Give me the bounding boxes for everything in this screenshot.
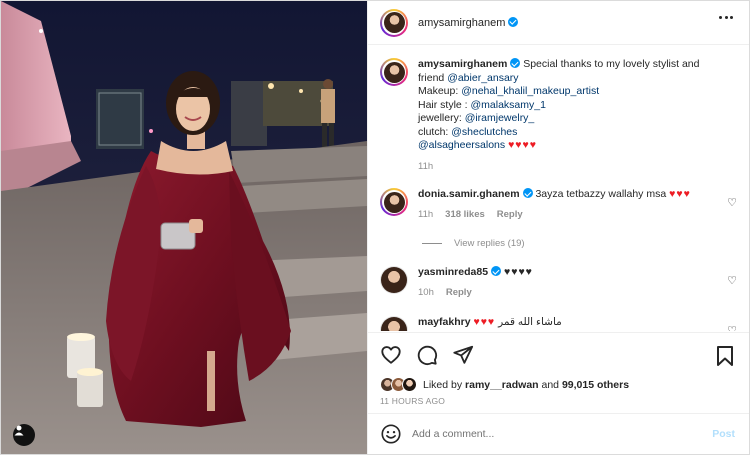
- comment-body: yasminreda85 ♥♥♥♥ 10h Reply: [418, 266, 533, 299]
- comment-bubble-icon[interactable]: [416, 344, 438, 366]
- comment-item: donia.samir.ghanem 3ayza tetbazzy wallah…: [380, 188, 691, 221]
- comment-like-heart-icon[interactable]: ♡: [727, 196, 737, 209]
- likes-conjunction: and: [538, 378, 562, 391]
- heart-outline-icon[interactable]: [380, 344, 402, 366]
- more-options-icon[interactable]: [719, 16, 733, 19]
- caption-body: amysamirghanem Special thanks to my love…: [418, 58, 718, 173]
- post-actions: Liked by ramy__radwan and 99,015 others …: [368, 332, 749, 412]
- likes-summary: Liked by ramy__radwan and 99,015 others: [380, 377, 629, 392]
- commenter-avatar[interactable]: [380, 188, 408, 216]
- commenter-username[interactable]: donia.samir.ghanem: [418, 188, 520, 200]
- photo-illustration: [1, 1, 367, 454]
- caption-avatar[interactable]: [380, 58, 408, 86]
- caption-line1: Special thanks to my lovely stylist and: [523, 58, 700, 70]
- likes-count-link[interactable]: 99,015 others: [562, 379, 629, 391]
- author-avatar[interactable]: [380, 8, 408, 37]
- comments-list: amysamirghanem Special thanks to my love…: [368, 46, 749, 331]
- add-comment-input[interactable]: [412, 428, 702, 440]
- commenter-avatar[interactable]: [380, 316, 408, 331]
- post-timestamp[interactable]: 11 HOURS AGO: [380, 396, 445, 406]
- mention-jewellery-link[interactable]: @iramjewelry_: [465, 112, 535, 124]
- user-tag-icon: [14, 425, 24, 436]
- comment-time[interactable]: 10h: [418, 286, 434, 300]
- view-replies-label[interactable]: View replies (19): [454, 238, 525, 249]
- bookmark-icon[interactable]: [715, 345, 735, 367]
- verified-badge-icon: [522, 188, 533, 198]
- commenter-username[interactable]: yasminreda85: [418, 266, 488, 278]
- caption-line2: friend: [418, 71, 448, 84]
- mention-hair-link[interactable]: @malaksamy_1: [471, 99, 546, 111]
- comment-like-heart-icon[interactable]: ♡: [727, 324, 737, 331]
- send-icon[interactable]: [452, 344, 474, 366]
- commenter-username[interactable]: mayfakhry: [418, 316, 471, 328]
- caption-makeup-label: Makeup:: [418, 85, 462, 97]
- liker-avatar: [402, 377, 417, 392]
- comment-text: ماشاء الله قمر: [498, 316, 562, 328]
- user-tag-button[interactable]: [13, 424, 35, 446]
- caption-time[interactable]: 11h: [418, 160, 433, 174]
- liked-by-user-link[interactable]: ramy__radwan: [465, 379, 539, 391]
- post-header: amysamirghanem: [368, 1, 749, 45]
- caption-username[interactable]: amysamirghanem: [418, 58, 507, 70]
- comment-text: 3ayza tetbazzy wallahy msa: [535, 188, 667, 200]
- caption-clutch-label: clutch:: [418, 125, 452, 138]
- commenter-avatar[interactable]: [380, 266, 408, 294]
- caption-jewellery-label: jewellery:: [418, 112, 465, 124]
- comment-item: yasminreda85 ♥♥♥♥ 10h Reply: [380, 266, 533, 299]
- verified-badge-icon: [491, 266, 502, 276]
- comment-reply-button[interactable]: Reply: [497, 208, 523, 222]
- mention-salon-link[interactable]: @alsagheersalons: [418, 139, 505, 151]
- view-replies-button[interactable]: View replies (19): [422, 238, 525, 249]
- mention-stylist-link[interactable]: @abier_ansary: [447, 72, 518, 84]
- comment-body: donia.samir.ghanem 3ayza tetbazzy wallah…: [418, 188, 691, 221]
- caption-comment: amysamirghanem Special thanks to my love…: [380, 58, 718, 173]
- comment-like-heart-icon[interactable]: ♡: [727, 274, 737, 287]
- comment-item: mayfakhry ♥♥♥ ماشاء الله قمر: [380, 316, 562, 331]
- comment-time[interactable]: 11h: [418, 208, 433, 222]
- author-username-text[interactable]: amysamirghanem: [418, 17, 505, 29]
- author-username[interactable]: amysamirghanem: [418, 16, 519, 29]
- comment-like-count[interactable]: 318 likes: [445, 208, 485, 222]
- comment-hearts: ♥♥♥: [669, 188, 691, 200]
- comment-hearts: ♥♥♥: [473, 316, 496, 328]
- post-comment-button[interactable]: Post: [712, 428, 735, 440]
- add-comment-bar: Post: [368, 413, 749, 454]
- mention-makeup-link[interactable]: @nehal_khalil_makeup_artist: [461, 85, 599, 97]
- comment-reply-button[interactable]: Reply: [446, 286, 472, 300]
- comment-text: ♥♥♥♥: [503, 266, 533, 278]
- verified-badge-icon: [508, 16, 519, 27]
- caption-hearts: ♥♥♥♥: [508, 139, 537, 151]
- mention-clutch-link[interactable]: @sheclutches: [451, 126, 517, 138]
- likes-text: Liked by ramy__radwan and 99,015 others: [423, 379, 629, 391]
- post-side-panel: amysamirghanem amysamirghanem Special th…: [367, 1, 749, 454]
- instagram-post-modal: amysamirghanem amysamirghanem Special th…: [0, 0, 750, 455]
- verified-badge-icon: [510, 58, 521, 68]
- emoji-icon[interactable]: [380, 423, 402, 445]
- action-icons-row: [380, 344, 474, 366]
- post-photo[interactable]: [1, 1, 367, 454]
- caption-hair-label: Hair style :: [418, 98, 471, 111]
- comment-body: mayfakhry ♥♥♥ ماشاء الله قمر: [418, 316, 562, 331]
- likes-prefix: Liked by: [423, 378, 466, 391]
